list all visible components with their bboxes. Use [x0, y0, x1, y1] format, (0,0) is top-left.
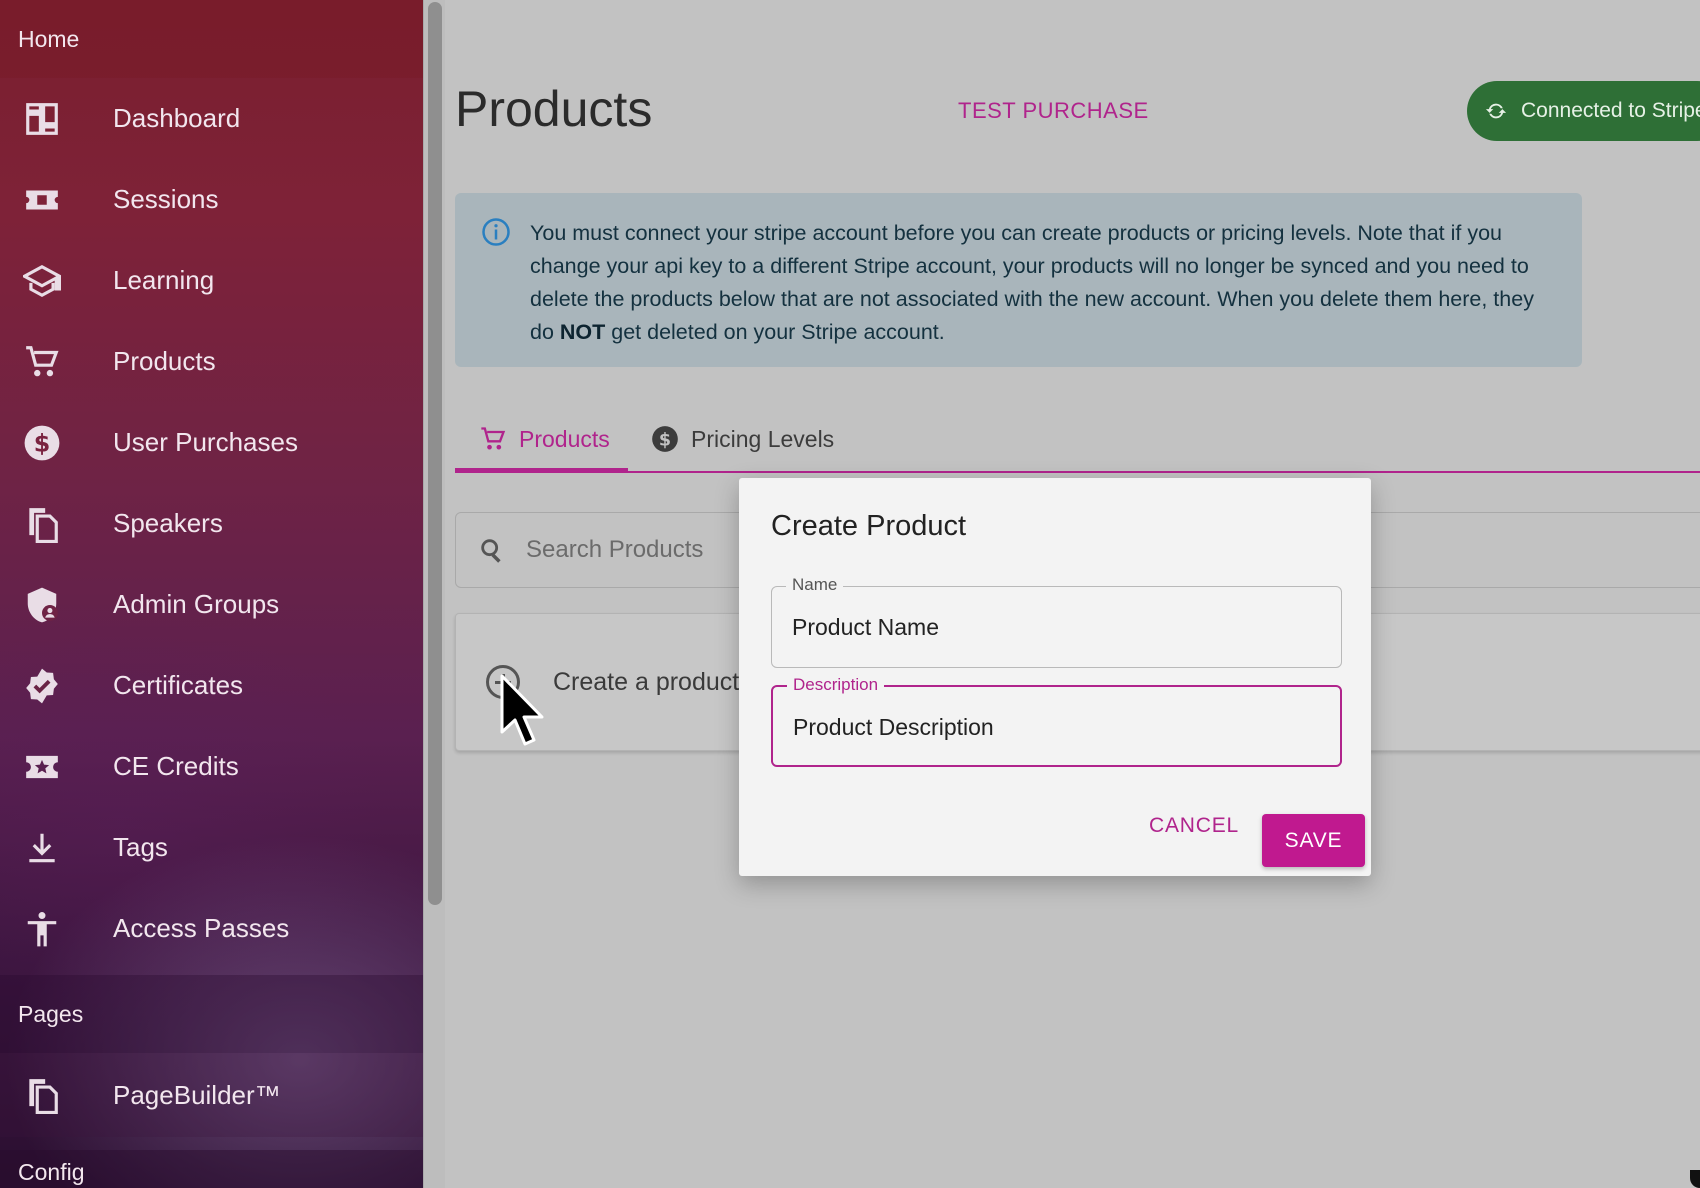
sidebar-section-config: Config — [0, 1150, 423, 1188]
cancel-button[interactable]: CANCEL — [1149, 814, 1239, 838]
sidebar-scrollbar-thumb[interactable] — [428, 2, 442, 905]
sidebar-item-label: Dashboard — [113, 103, 241, 133]
sidebar-item-label: Learning — [113, 265, 215, 295]
sidebar-item-label: Tags — [113, 832, 168, 862]
description-field-label: Description — [787, 675, 885, 695]
school-icon — [21, 260, 63, 302]
svg-text:$: $ — [34, 429, 51, 457]
sidebar-item-learning[interactable]: Learning — [0, 240, 423, 321]
star-ticket-icon — [21, 746, 63, 788]
sidebar-item-sessions[interactable]: Sessions — [0, 159, 423, 240]
accessibility-icon — [21, 908, 63, 950]
sidebar-item-dashboard[interactable]: Dashboard — [0, 78, 423, 159]
sidebar-item-products[interactable]: Products — [0, 321, 423, 402]
name-field-value: Product Name — [792, 614, 940, 640]
dollar-circle-icon: $ — [21, 422, 63, 464]
sidebar-item-certificates[interactable]: Certificates — [0, 645, 423, 726]
sidebar-item-label: User Purchases — [113, 427, 298, 457]
sidebar-item-access-passes[interactable]: Access Passes — [0, 888, 423, 969]
download-icon — [21, 827, 63, 869]
sidebar-item-label: Sessions — [113, 184, 219, 214]
svg-text:$: $ — [659, 430, 671, 450]
tab-label: Pricing Levels — [691, 425, 835, 452]
name-field-label: Name — [786, 575, 844, 595]
stripe-connection-button[interactable]: Connected to Stripe — [1467, 81, 1700, 141]
name-field[interactable]: Name Product Name — [771, 575, 1342, 668]
tab-label: Products — [519, 425, 610, 452]
sidebar-item-label: Access Passes — [113, 913, 290, 943]
dollar-circle-icon: $ — [652, 426, 678, 452]
page-title: Products — [455, 81, 653, 137]
alert-message: You must connect your stripe account bef… — [530, 221, 1534, 344]
tab-products[interactable]: Products — [479, 405, 610, 473]
verified-badge-icon — [21, 665, 63, 707]
info-alert: You must connect your stripe account bef… — [455, 193, 1582, 367]
sidebar-item-pagebuilder[interactable]: PageBuilder™ — [0, 1053, 423, 1137]
sidebar-item-admin-groups[interactable]: Admin Groups — [0, 564, 423, 645]
sidebar-item-label: Products — [113, 346, 216, 376]
sidebar-item-label: Admin Groups — [113, 589, 280, 619]
tab-pricing-levels[interactable]: $ Pricing Levels — [651, 405, 834, 473]
active-tab-indicator — [455, 468, 628, 472]
search-icon — [481, 539, 501, 563]
sidebar-item-label: CE Credits — [113, 751, 239, 781]
mouse-cursor-icon — [500, 674, 544, 746]
tab-bar: Products $ Pricing Levels — [455, 405, 1700, 473]
description-field[interactable]: Description Product Description — [771, 675, 1342, 767]
sidebar-section-home: Home — [0, 0, 423, 78]
ticket-icon — [21, 179, 63, 221]
cart-icon — [21, 341, 63, 383]
sidebar: Home Dashboard Sessions Learning Product… — [0, 0, 423, 1188]
info-icon — [482, 218, 510, 246]
sidebar-item-label: Certificates — [113, 670, 244, 700]
sidebar-section-pages: Pages — [0, 975, 423, 1053]
sidebar-item-user-purchases[interactable]: $ User Purchases — [0, 402, 423, 483]
cart-icon — [481, 427, 506, 450]
refresh-icon — [1485, 103, 1507, 119]
description-field-value: Product Description — [793, 714, 994, 740]
create-product-dialog: Create Product Name Product Name Descrip… — [739, 478, 1371, 876]
sidebar-item-label: PageBuilder™ — [113, 1079, 281, 1110]
sidebar-item-tags[interactable]: Tags — [0, 807, 423, 888]
sidebar-item-speakers[interactable]: Speakers — [0, 483, 423, 564]
stripe-status-label: Connected to Stripe — [1521, 99, 1700, 122]
shield-user-icon — [21, 584, 63, 626]
dialog-title: Create Product — [771, 510, 967, 542]
create-product-label: Create a product — [553, 667, 740, 696]
search-placeholder: Search Products — [526, 536, 704, 563]
test-purchase-button[interactable]: TEST PURCHASE — [958, 98, 1149, 124]
dashboard-icon — [21, 98, 63, 140]
sidebar-item-label: Speakers — [113, 508, 223, 538]
sidebar-item-ce-credits[interactable]: CE Credits — [0, 726, 423, 807]
copy-icon — [21, 503, 63, 545]
save-button[interactable]: SAVE — [1262, 814, 1365, 867]
copy-icon — [21, 1074, 63, 1116]
